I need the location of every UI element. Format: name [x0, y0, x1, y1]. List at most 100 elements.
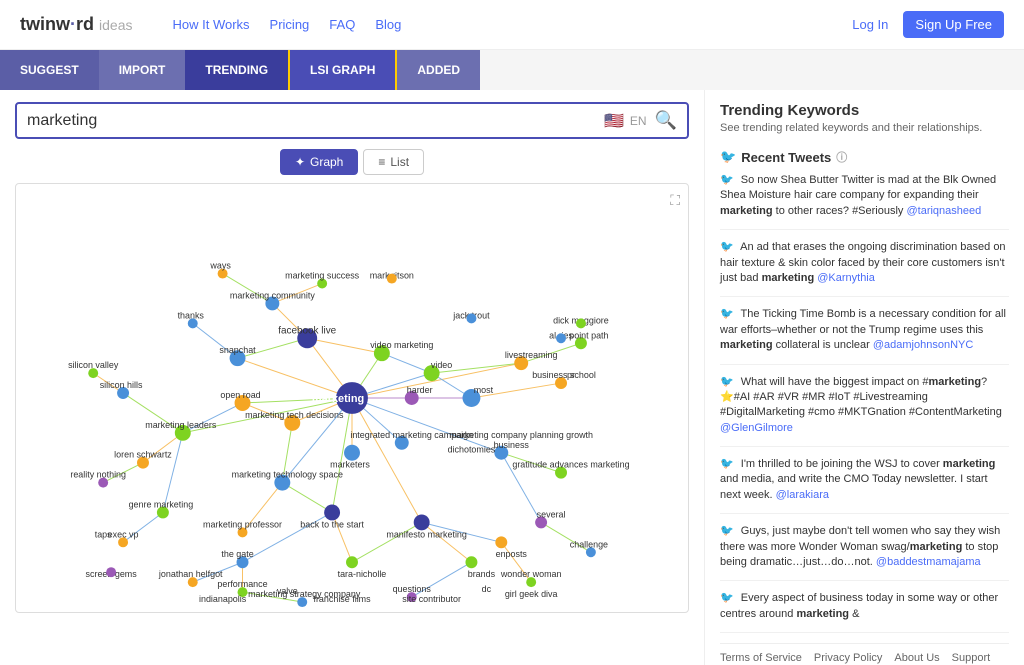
tweet-bird-4: 🐦 [720, 376, 734, 388]
flag-icon: 🇺🇸 [604, 111, 624, 131]
svg-text:marketing leaders: marketing leaders [145, 420, 217, 430]
main-nav: How It Works Pricing FAQ Blog [172, 17, 852, 32]
info-icon[interactable]: ⓘ [836, 149, 847, 165]
svg-text:silicon valley: silicon valley [68, 360, 119, 370]
lsi-graph-svg: marketing facebook live snapchat video m… [16, 184, 688, 612]
list-icon: ≡ [378, 155, 385, 169]
svg-text:tara-nicholle: tara-nicholle [338, 569, 387, 579]
svg-text:questions: questions [393, 584, 432, 594]
svg-text:livestreaming: livestreaming [505, 350, 558, 360]
tab-trending[interactable]: TRENDING [185, 50, 288, 90]
svg-text:most: most [474, 385, 494, 395]
svg-text:harder: harder [407, 385, 433, 395]
svg-text:performance: performance [217, 579, 267, 589]
view-toggle: ✦ Graph ≡ List [15, 149, 689, 175]
recent-tweets-header: 🐦 Recent Tweets ⓘ [720, 149, 1009, 165]
svg-text:indianapolis: indianapolis [199, 594, 247, 604]
svg-text:genre marketing: genre marketing [129, 499, 194, 509]
svg-text:jonathan helfgot: jonathan helfgot [158, 569, 223, 579]
search-button[interactable]: 🔍 [655, 110, 677, 131]
tweet-bird-2: 🐦 [720, 241, 734, 253]
graph-view-button[interactable]: ✦ Graph [280, 149, 358, 175]
svg-text:girl geek diva: girl geek diva [505, 589, 558, 599]
recent-tweets-label: Recent Tweets [741, 150, 831, 165]
keyword-2: marketing [762, 272, 815, 284]
list-view-button[interactable]: ≡ List [363, 149, 424, 175]
graph-icon: ✦ [295, 155, 305, 169]
footer-links: Terms of Service Privacy Policy About Us… [720, 643, 1009, 664]
svg-text:silicon hills: silicon hills [100, 380, 143, 390]
svg-text:marketing tech decisions: marketing tech decisions [245, 410, 344, 420]
trending-desc: See trending related keywords and their … [720, 122, 1009, 134]
svg-text:marketing professor: marketing professor [203, 519, 282, 529]
tweet-bird-7: 🐦 [720, 592, 734, 604]
svg-text:marketers: marketers [330, 460, 370, 470]
svg-text:enposts: enposts [496, 549, 528, 559]
right-panel: Trending Keywords See trending related k… [704, 90, 1024, 665]
about-link[interactable]: About Us [894, 652, 939, 664]
nav-blog[interactable]: Blog [375, 17, 401, 32]
tab-suggest[interactable]: SUGGEST [0, 50, 99, 90]
svg-text:dichotomies: dichotomies [448, 445, 496, 455]
terms-link[interactable]: Terms of Service [720, 652, 802, 664]
svg-text:facebook live: facebook live [278, 325, 336, 336]
expand-icon[interactable]: ⛶ [670, 192, 680, 209]
tab-added[interactable]: ADDED [397, 50, 480, 90]
svg-text:business school: business school [532, 370, 596, 380]
svg-text:back to the start: back to the start [300, 519, 364, 529]
tab-lsi-graph[interactable]: LSI GRAPH [288, 50, 397, 90]
svg-text:reality nothing: reality nothing [70, 470, 126, 480]
support-link[interactable]: Support [952, 652, 991, 664]
tweet-1: 🐦 So now Shea Butter Twitter is mad at t… [720, 173, 1009, 230]
handle-5[interactable]: @larakiara [776, 489, 829, 501]
svg-text:manifesto marketing: manifesto marketing [386, 529, 467, 539]
privacy-link[interactable]: Privacy Policy [814, 652, 882, 664]
svg-text:ways: ways [209, 261, 231, 271]
logo: twinw·rd ideas [20, 14, 132, 35]
tab-import[interactable]: IMPORT [99, 50, 186, 90]
tweets-list: 🐦 So now Shea Butter Twitter is mad at t… [720, 173, 1009, 633]
tweet-bird-6: 🐦 [720, 525, 734, 537]
svg-text:open road: open road [220, 390, 260, 400]
svg-text:point path: point path [569, 330, 608, 340]
svg-text:marketing: marketing [312, 393, 364, 405]
svg-text:marketing community: marketing community [230, 290, 315, 300]
svg-text:site contributor: site contributor [402, 594, 461, 604]
svg-text:snapchat: snapchat [219, 345, 256, 355]
svg-text:brands: brands [468, 569, 496, 579]
main-content: 🇺🇸 EN 🔍 ✦ Graph ≡ List ⛶ [0, 90, 1024, 665]
handle-4[interactable]: @GlenGilmore [720, 422, 793, 434]
handle-1[interactable]: @tariqnasheed [906, 205, 981, 217]
header-right: Log In Sign Up Free [852, 11, 1004, 38]
svg-text:gratitude advances marketing: gratitude advances marketing [512, 460, 629, 470]
nav-how-it-works[interactable]: How It Works [172, 17, 249, 32]
tweet-bird-3: 🐦 [720, 308, 734, 320]
svg-text:marketing company planning gro: marketing company planning growth [449, 430, 593, 440]
tweet-bird-1: 🐦 [720, 174, 734, 186]
keyword-3: marketing [720, 339, 773, 351]
search-bar: 🇺🇸 EN 🔍 [15, 102, 689, 139]
handle-6[interactable]: @baddestmamajama [876, 556, 981, 568]
handle-3[interactable]: @adamjohnsonNYC [873, 339, 973, 351]
svg-text:video marketing: video marketing [370, 340, 433, 350]
nav-pricing[interactable]: Pricing [270, 17, 310, 32]
svg-text:business: business [494, 440, 530, 450]
svg-text:challenge: challenge [570, 539, 608, 549]
search-input[interactable] [27, 112, 604, 130]
svg-text:video: video [431, 360, 452, 370]
svg-text:several: several [537, 509, 566, 519]
keyword-6: marketing [910, 541, 963, 553]
tweet-6: 🐦 Guys, just maybe don't tell women who … [720, 524, 1009, 581]
keyword-4: marketing [928, 376, 981, 388]
lang-label: EN [630, 114, 647, 128]
tweet-7: 🐦 Every aspect of business today in some… [720, 591, 1009, 633]
handle-2[interactable]: @Karnythia [817, 272, 875, 284]
nav-faq[interactable]: FAQ [329, 17, 355, 32]
left-panel: 🇺🇸 EN 🔍 ✦ Graph ≡ List ⛶ [0, 90, 704, 665]
svg-text:dc: dc [482, 584, 492, 594]
svg-text:loren schwartz: loren schwartz [114, 450, 172, 460]
signup-button[interactable]: Sign Up Free [903, 11, 1004, 38]
login-link[interactable]: Log In [852, 17, 888, 32]
tabs-bar: SUGGEST IMPORT TRENDING LSI GRAPH ADDED [0, 50, 1024, 90]
svg-text:thanks: thanks [178, 310, 205, 320]
